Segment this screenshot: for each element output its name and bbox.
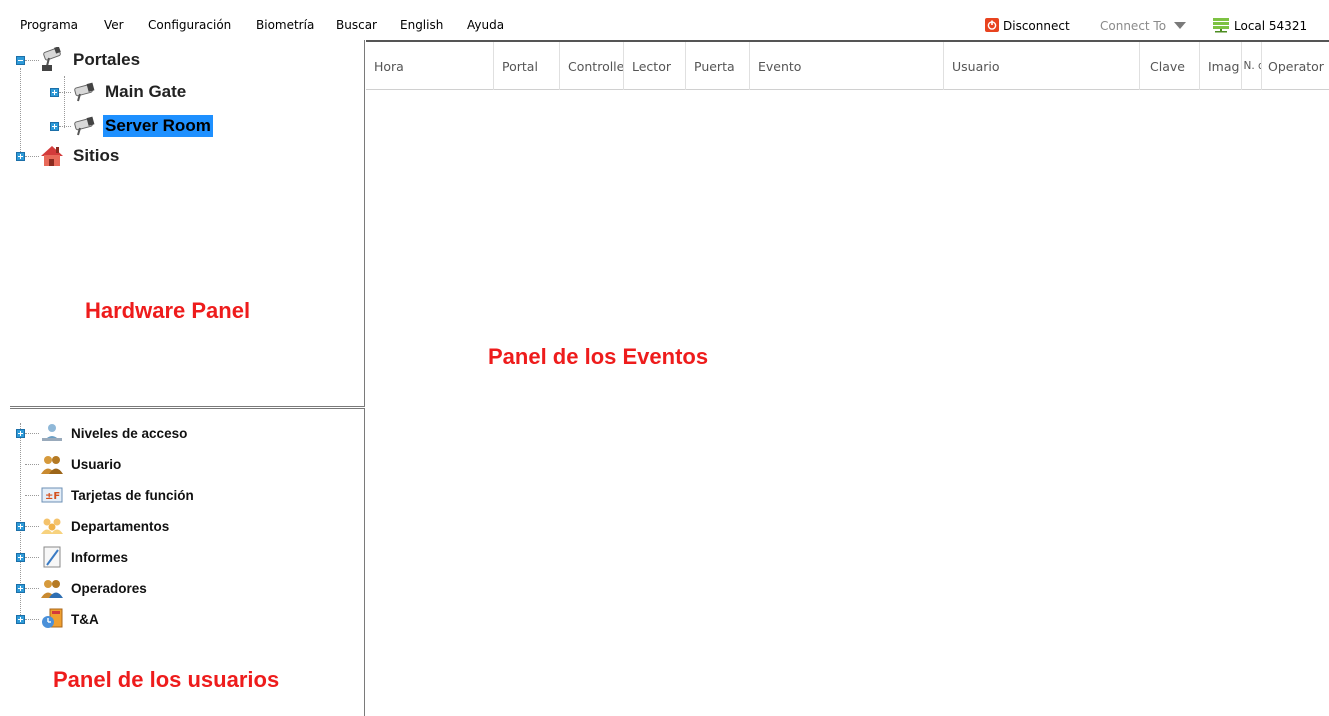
disconnect-button[interactable]: Disconnect	[985, 16, 1070, 36]
hardware-panel-annotation: Hardware Panel	[85, 298, 251, 323]
column-header-puerta[interactable]: Puerta	[686, 42, 750, 90]
node-label: Tarjetas de función	[71, 487, 194, 503]
menu-english[interactable]: English	[400, 18, 443, 32]
column-header-usuario[interactable]: Usuario	[944, 42, 1140, 90]
camera-icon	[71, 79, 97, 105]
node-label-selected: Server Room	[103, 115, 213, 137]
collapse-toggle[interactable]	[16, 55, 25, 65]
server-icon	[1212, 17, 1230, 36]
node-label: Sitios	[73, 146, 120, 165]
menu-configuracion[interactable]: Configuración	[148, 18, 231, 32]
local-server-label: Local 54321	[1234, 19, 1308, 33]
menu-biometria[interactable]: Biometría	[256, 18, 314, 32]
expand-toggle[interactable]	[50, 121, 59, 131]
node-label: T&A	[71, 611, 99, 627]
camera-icon	[39, 47, 65, 73]
camera-icon	[71, 113, 97, 139]
n-de-label: N. de	[1243, 59, 1262, 72]
column-header-imagen[interactable]: Imag	[1200, 42, 1242, 90]
departments-icon	[39, 513, 65, 539]
column-header-clave[interactable]: Clave	[1140, 42, 1200, 90]
node-label: Informes	[71, 549, 129, 565]
connect-to-label: Connect To	[1100, 19, 1167, 33]
expand-toggle[interactable]	[16, 614, 25, 624]
reports-icon	[39, 544, 65, 570]
menu-bar: Programa Ver Configuración Biometría Bus…	[0, 0, 1329, 40]
node-label: Usuario	[71, 456, 122, 472]
node-label: Departamentos	[71, 518, 170, 534]
events-table-body[interactable]	[366, 91, 1329, 716]
column-header-evento[interactable]: Evento	[750, 42, 944, 90]
tree-node-main-gate[interactable]: Main Gate	[50, 78, 188, 106]
expand-toggle[interactable]	[16, 428, 25, 438]
time-attendance-icon	[39, 606, 65, 632]
tree-node-sitios[interactable]: Sitios	[16, 142, 121, 170]
expand-toggle[interactable]	[16, 521, 25, 531]
node-label: Portales	[73, 50, 141, 69]
users-icon	[39, 451, 65, 477]
tree-node-operadores[interactable]: Operadores	[16, 574, 147, 602]
hardware-panel: Portales Main Gate Server Room Sitios Ha…	[10, 40, 365, 407]
house-icon	[39, 143, 65, 169]
function-card-icon: ±F	[39, 482, 65, 508]
connect-to-dropdown[interactable]: Connect To	[1100, 16, 1187, 36]
expand-toggle[interactable]	[16, 151, 25, 161]
column-header-controller[interactable]: Controlle	[560, 42, 624, 90]
expand-toggle[interactable]	[16, 583, 25, 593]
tree-node-departamentos[interactable]: Departamentos	[16, 512, 169, 540]
tree-node-portales[interactable]: Portales	[16, 46, 142, 74]
menu-ayuda[interactable]: Ayuda	[467, 18, 504, 32]
node-label: Main Gate	[105, 82, 187, 101]
tree-node-informes[interactable]: Informes	[16, 543, 128, 571]
menu-programa[interactable]: Programa	[20, 18, 78, 32]
tree-node-usuario[interactable]: Usuario	[16, 450, 121, 478]
node-label: Niveles de acceso	[71, 425, 188, 441]
column-header-portal[interactable]: Portal	[494, 42, 560, 90]
chevron-down-icon	[1174, 19, 1187, 33]
events-panel: Hora Portal Controlle Lector Puerta Even…	[366, 40, 1329, 716]
local-server-item[interactable]: Local 54321	[1212, 16, 1307, 36]
disconnect-label: Disconnect	[1003, 19, 1070, 33]
node-label: Operadores	[71, 580, 147, 596]
events-panel-annotation: Panel de los Eventos	[488, 344, 709, 369]
menu-ver[interactable]: Ver	[104, 18, 124, 32]
access-level-icon	[39, 420, 65, 446]
expand-toggle[interactable]	[50, 87, 59, 97]
expand-toggle[interactable]	[16, 552, 25, 562]
column-header-hora[interactable]: Hora	[366, 42, 494, 90]
tree-node-niveles-de-acceso[interactable]: Niveles de acceso	[16, 419, 187, 447]
svg-text:±F: ±F	[45, 491, 60, 502]
events-table-header: Hora Portal Controlle Lector Puerta Even…	[366, 42, 1329, 90]
tree-node-tarjetas-de-funcion[interactable]: ±F Tarjetas de función	[16, 481, 194, 509]
user-panel: Niveles de acceso Usuario ±F Tarjetas de…	[10, 408, 365, 716]
column-header-operator[interactable]: Operator	[1262, 42, 1329, 90]
column-header-n-de[interactable]: N. de	[1242, 42, 1262, 90]
power-icon	[985, 17, 999, 35]
tree-node-t-and-a[interactable]: T&A	[16, 605, 99, 633]
operators-icon	[39, 575, 65, 601]
menu-buscar[interactable]: Buscar	[336, 18, 377, 32]
user-panel-annotation: Panel de los usuarios	[53, 667, 280, 692]
tree-node-server-room[interactable]: Server Room	[50, 112, 213, 140]
column-header-lector[interactable]: Lector	[624, 42, 686, 90]
